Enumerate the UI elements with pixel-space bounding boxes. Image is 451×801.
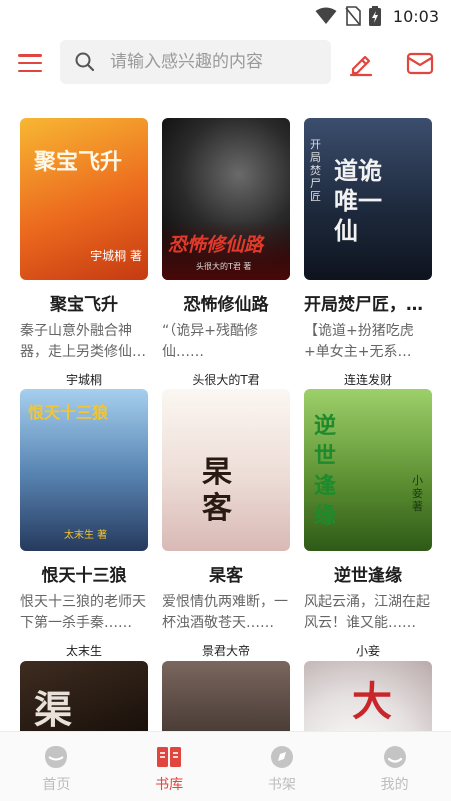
bottom-tab-bar: 首页 书库 书架 我的	[0, 731, 451, 801]
bookshelf-icon	[269, 744, 295, 770]
status-time: 10:03	[392, 6, 439, 26]
home-icon	[43, 744, 69, 770]
search-icon	[74, 51, 96, 73]
book-description: 秦子山意外融合神器，走上另类修仙之路……	[20, 323, 146, 360]
book-cover: 聚宝飞升 宇城桐 著	[20, 118, 148, 280]
menu-button[interactable]	[18, 51, 42, 75]
tab-label: 书库	[155, 777, 184, 793]
book-cover: 恨天十三狼 太末生 著	[20, 389, 148, 551]
no-sim-icon	[345, 6, 361, 26]
tab-label: 书架	[267, 777, 296, 793]
cover-title: 聚宝飞升	[34, 149, 123, 175]
book-card[interactable]: 恨天十三狼 太末生 著 恨天十三狼 恨天十三狼的老师天下第一杀手秦…… 太末生	[20, 389, 148, 659]
pencil-icon	[349, 55, 373, 77]
cover-author: 小妾 著	[412, 474, 423, 513]
book-cover: 恐怖修仙路 头很大的T君 著	[162, 118, 290, 280]
book-description: 恨天十三狼的老师天下第一杀手秦……	[20, 594, 146, 631]
menu-line	[18, 69, 42, 72]
tab-library[interactable]: 书库	[113, 732, 226, 801]
tab-label: 首页	[42, 777, 71, 793]
book-title: 杲客	[209, 566, 243, 586]
book-description: 爱恨情仇两难断，一杯浊酒敬苍天……	[162, 594, 288, 631]
tab-label: 我的	[380, 777, 409, 793]
book-card[interactable]: 聚宝飞升 宇城桐 著 聚宝飞升 秦子山意外融合神器，走上另类修仙之路…… 宇城桐	[20, 118, 148, 388]
book-title: 聚宝飞升	[50, 295, 118, 315]
book-description: 风起云涌，江湖在起风云！谁又能……	[304, 594, 430, 631]
book-title: 恨天十三狼	[41, 566, 127, 586]
book-title: 开局焚尸匠，苟到天下第一	[304, 295, 432, 315]
book-card[interactable]: 杲客 杲客 爱恨情仇两难断，一杯浊酒敬苍天…… 景君大帝	[162, 389, 290, 659]
book-author: 宇城桐	[65, 373, 102, 387]
book-author: 景君大帝	[201, 644, 250, 658]
menu-line	[18, 61, 42, 65]
cover-title: 杲客	[202, 455, 232, 526]
book-author: 连连发财	[343, 373, 392, 387]
book-author: 头很大的T君	[192, 373, 260, 387]
cover-title: 大	[352, 678, 392, 725]
profile-icon	[382, 744, 408, 770]
book-card[interactable]: 道诡唯一仙 开局焚尸匠 开局焚尸匠，苟到天下第一 【诡道+扮猪吃虎+单女主+无系…	[304, 118, 432, 388]
book-cover: 杲客	[162, 389, 290, 551]
cover-title: 恐怖修仙路	[168, 234, 264, 256]
cover-author: 宇城桐 著	[90, 249, 142, 263]
cover-title: 恨天十三狼	[28, 403, 109, 422]
book-author: 太末生	[65, 644, 102, 658]
book-card[interactable]: 逆世逢缘 小妾 著 逆世逢缘 风起云涌，江湖在起风云！谁又能…… 小妾	[304, 389, 432, 659]
tab-bookshelf[interactable]: 书架	[226, 732, 339, 801]
book-description: 【诡道+扮猪吃虎+单女主+无系统……	[304, 323, 414, 360]
search-input[interactable]	[110, 52, 310, 72]
cover-author: 太末生 著	[64, 530, 108, 541]
search-box[interactable]	[60, 40, 331, 84]
top-header	[0, 40, 451, 86]
status-bar: 10:03	[0, 0, 451, 32]
cover-author: 头很大的T君 著	[196, 262, 252, 271]
book-title: 恐怖修仙路	[183, 295, 269, 315]
tab-home[interactable]: 首页	[0, 732, 113, 801]
cover-title: 道诡唯一仙	[334, 156, 382, 245]
envelope-icon	[406, 52, 434, 75]
edit-button[interactable]	[347, 49, 375, 77]
menu-line	[18, 54, 42, 57]
tab-profile[interactable]: 我的	[338, 732, 451, 801]
library-icon	[156, 744, 182, 770]
message-button[interactable]	[406, 49, 434, 77]
wifi-icon	[315, 7, 337, 25]
book-title: 逆世逢缘	[334, 566, 402, 586]
book-card[interactable]: 恐怖修仙路 头很大的T君 著 恐怖修仙路 “（诡异+残酷修仙…… 头很大的T君	[162, 118, 290, 388]
cover-subtitle: 开局焚尸匠	[310, 138, 321, 203]
book-description: “（诡异+残酷修仙……	[162, 323, 258, 360]
battery-charging-icon	[368, 6, 381, 26]
cover-title: 逆世逢缘	[314, 413, 337, 529]
cover-title: 渠	[34, 687, 73, 732]
book-cover: 逆世逢缘 小妾 著	[304, 389, 432, 551]
book-author: 小妾	[355, 644, 380, 658]
book-cover: 道诡唯一仙 开局焚尸匠	[304, 118, 432, 280]
